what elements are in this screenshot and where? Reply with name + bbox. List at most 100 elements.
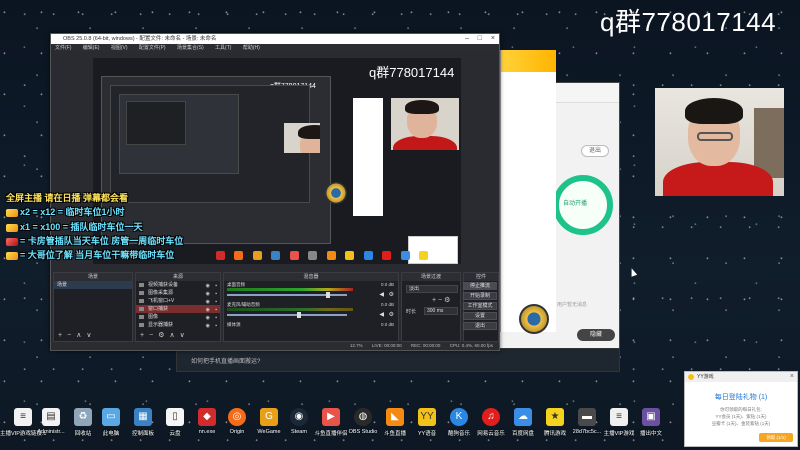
mixer-track-mic[interactable]: 麦克风/辅助音频 0.0 dB ◀ ⚙ [224, 301, 398, 321]
source-item[interactable]: 显示器捕获 ◉ ▪ [136, 321, 220, 329]
menu-view[interactable]: 视图(V) [111, 45, 128, 51]
steam-icon: ◉ [290, 408, 308, 426]
gift-icon [6, 208, 18, 217]
lock-icon[interactable]: ▪ [215, 322, 217, 330]
close-icon[interactable]: × [790, 372, 794, 382]
close-icon[interactable]: × [491, 34, 495, 44]
transitions-dock[interactable]: 场景过渡 淡出 + − ⚙ 时长 300 ms [401, 272, 461, 342]
source-item[interactable]: 图像 ◉ ▪ [136, 313, 220, 321]
nested-preview-4 [126, 101, 186, 145]
side-text: 用户暂无消息 [557, 302, 588, 308]
claim-button[interactable]: 领取 (1/1) [759, 433, 793, 442]
volume-knob[interactable] [296, 312, 301, 318]
obs-titlebar[interactable]: OBS 25.0.8 (64-bit, windows) - 配置文件: 未命名… [51, 34, 499, 44]
keyboard-icon: ▬ [578, 408, 596, 426]
volume-knob[interactable] [325, 292, 330, 298]
mixer-dock[interactable]: 混音器 桌面音频 0.0 dB ◀ ⚙ 麦克风/辅助音频 0.0 dB ◀ ⚙ … [223, 272, 399, 342]
obs-icon: ◍ [354, 408, 372, 426]
start-recording-button[interactable]: 开始录制 [463, 292, 497, 300]
menu-help[interactable]: 帮助(H) [243, 45, 260, 51]
app-icon [252, 251, 262, 260]
down-icon[interactable]: ∨ [86, 332, 91, 339]
menu-file[interactable]: 文件(F) [55, 45, 71, 51]
menu-scene-collection[interactable]: 场景集合(S) [177, 45, 204, 51]
yellow-app-header [501, 50, 556, 72]
remove-icon[interactable]: − [438, 297, 442, 304]
volume-slider[interactable] [227, 292, 347, 298]
eye-icon[interactable]: ◉ [206, 322, 210, 330]
stop-streaming-button[interactable]: 停止推流 [463, 282, 497, 290]
studio-mode-button[interactable]: 工作室模式 [463, 302, 497, 310]
mixer-track-media[interactable]: 媒体源 0.0 dB [224, 321, 398, 341]
speaker-icon[interactable]: ◀ [379, 291, 384, 298]
maximize-icon[interactable]: □ [478, 34, 482, 44]
gift-icon [6, 223, 18, 232]
gear-icon[interactable]: ⚙ [444, 297, 450, 304]
scenes-dock[interactable]: 场景 场景 + − ∧ ∨ [53, 272, 133, 342]
menu-profile[interactable]: 配置文件(P) [139, 45, 166, 51]
danmaku-line-3: x1 = x100 = 插队临时车位一天 [6, 220, 143, 233]
window-icon [139, 307, 144, 311]
minimize-icon[interactable]: – [465, 34, 469, 44]
volume-meter [227, 288, 353, 291]
remove-icon[interactable]: − [67, 332, 71, 339]
obs-title: OBS 25.0.8 (64-bit, windows) - 配置文件: 未命名… [63, 36, 217, 42]
star-icon: ★ [546, 408, 564, 426]
image-icon [139, 291, 144, 295]
baidu-pan-icon: ☁ [514, 408, 532, 426]
yy-notification[interactable]: YY游戏 × 每日登陆礼物 (1) 你可领取的每日礼包: YY会员 (1天)、紫… [684, 371, 798, 447]
danmaku-line-5: = 大哥位了解 当月车位干嘛带临时车位 [6, 248, 174, 261]
gear-icon[interactable]: ⚙ [158, 332, 164, 339]
yellow-app-window[interactable] [500, 50, 556, 334]
file-icon: ▯ [166, 408, 184, 426]
desktop-icon-chinese[interactable]: ▣ 播出中文 [628, 408, 674, 448]
app-icon [308, 251, 318, 260]
down-icon[interactable]: ∨ [180, 332, 185, 339]
menu-edit[interactable]: 编辑(E) [83, 45, 100, 51]
computer-icon: ▭ [102, 408, 120, 426]
preview-avatar [325, 182, 347, 204]
source-item[interactable]: 图像采集源 ◉ ▪ [136, 289, 220, 297]
add-icon[interactable]: + [432, 297, 436, 304]
transition-select[interactable]: 淡出 [406, 285, 458, 293]
hide-button[interactable]: 隐藏 [577, 329, 615, 341]
remove-icon[interactable]: − [149, 332, 153, 339]
up-icon[interactable]: ∧ [169, 332, 174, 339]
settings-button[interactable]: 设置 [463, 312, 497, 320]
gear-icon[interactable]: ⚙ [389, 311, 394, 318]
scene-item[interactable]: 场景 [54, 281, 132, 289]
source-item[interactable]: 飞机窗口+V ◉ ▪ [136, 297, 220, 305]
chat-tip[interactable]: 如何把手机直播画面搬运? [191, 356, 260, 365]
app-icon [271, 251, 281, 260]
camera-icon [139, 283, 144, 287]
source-item[interactable]: 视频捕获设备 ◉ ▪ [136, 281, 220, 289]
up-icon[interactable]: ∧ [76, 332, 81, 339]
gear-icon[interactable]: ⚙ [389, 291, 394, 298]
duration-input[interactable]: 300 ms [424, 307, 458, 315]
add-icon[interactable]: + [58, 332, 62, 339]
image-icon [139, 315, 144, 319]
mixer-track-desktop[interactable]: 桌面音频 0.0 dB ◀ ⚙ [224, 281, 398, 301]
source-item-selected[interactable]: 窗口捕获 ◉ ▪ [136, 305, 220, 313]
nested-preview: q群778017144 [101, 76, 331, 244]
avatar[interactable] [519, 304, 549, 334]
app-icon [216, 251, 225, 260]
webcam-feed [655, 88, 784, 196]
sources-dock[interactable]: 来源 视频捕获设备 ◉ ▪ 图像采集源 ◉ ▪ 飞机窗口+V ◉ ▪ 窗口捕获 ◉ ▪ 图像 ◉ ▪… [135, 272, 221, 342]
chat-window[interactable]: 如何把手机直播画面搬运? [176, 348, 620, 372]
exit-button[interactable]: 退出 [463, 322, 497, 330]
scenes-toolbar: + − ∧ ∨ [58, 331, 96, 339]
menu-tools[interactable]: 工具(T) [215, 45, 231, 51]
add-icon[interactable]: + [140, 332, 144, 339]
transition-tools: + − ⚙ [432, 296, 450, 304]
nested-webcam [284, 123, 320, 153]
exit-button[interactable]: 退出 [581, 145, 609, 157]
app-icon [326, 251, 336, 260]
rec-time: REC: 00:00:00 [410, 343, 441, 348]
transitions-dock-title: 场景过渡 [402, 273, 460, 281]
danmaku-line-4: = 卡房管插队当天车位 房管一周临时车位 [6, 234, 183, 247]
origin-icon: ◎ [228, 408, 246, 426]
volume-slider[interactable] [227, 312, 347, 318]
speaker-icon[interactable]: ◀ [379, 311, 384, 318]
window-icon [139, 299, 144, 303]
